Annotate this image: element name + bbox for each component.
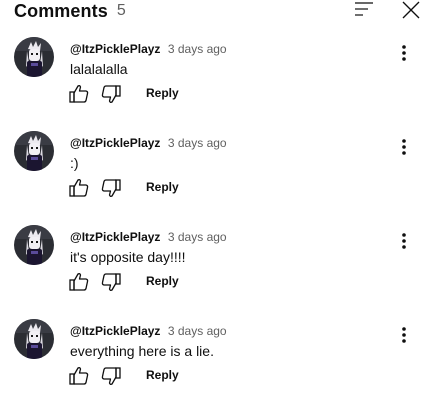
like-button[interactable] [68,365,90,387]
comment-author[interactable]: @ItzPicklePlayz [70,136,160,150]
comment-time[interactable]: 3 days ago [168,42,227,56]
comment-menu-button[interactable] [392,229,416,253]
like-button[interactable] [68,83,90,105]
dislike-button[interactable] [100,83,122,105]
avatar[interactable] [14,225,54,265]
thumbs-down-icon [101,367,121,385]
comment-item: @ItzPicklePlayz 3 days ago everything he… [0,319,446,403]
thumbs-up-icon [69,367,89,385]
comment-text: :) [70,155,79,171]
reply-button[interactable]: Reply [146,86,179,100]
reply-button[interactable]: Reply [146,180,179,194]
sort-button[interactable] [350,0,376,20]
like-button[interactable] [68,271,90,293]
comment-author[interactable]: @ItzPicklePlayz [70,324,160,338]
comment-time[interactable]: 3 days ago [168,324,227,338]
reply-button[interactable]: Reply [146,368,179,382]
more-vertical-icon [402,139,406,155]
comment-author[interactable]: @ItzPicklePlayz [70,230,160,244]
close-icon [402,1,420,19]
comments-title: Comments [14,0,108,21]
close-button[interactable] [399,0,423,22]
author-line: @ItzPicklePlayz 3 days ago [70,228,227,246]
comment-menu-button[interactable] [392,135,416,159]
comments-panel: Comments 5 @ItzPicklePlayz 3 days ago la… [0,0,446,403]
comment-item: @ItzPicklePlayz 3 days ago lalalalalla R… [0,37,446,131]
comments-count: 5 [116,2,126,19]
thumbs-down-icon [101,179,121,197]
more-vertical-icon [402,45,406,61]
avatar[interactable] [14,319,54,359]
dislike-button[interactable] [100,177,122,199]
comments-header: Comments 5 [14,0,126,22]
avatar[interactable] [14,131,54,171]
more-vertical-icon [402,327,406,343]
comment-item: @ItzPicklePlayz 3 days ago it's opposite… [0,225,446,319]
thumbs-down-icon [101,85,121,103]
thumbs-up-icon [69,85,89,103]
avatar[interactable] [14,37,54,77]
comment-menu-button[interactable] [392,323,416,347]
like-button[interactable] [68,177,90,199]
comment-text: everything here is a lie. [70,343,214,359]
comment-text: lalalalalla [70,61,128,77]
author-line: @ItzPicklePlayz 3 days ago [70,134,227,152]
thumbs-up-icon [69,179,89,197]
dislike-button[interactable] [100,271,122,293]
comment-time[interactable]: 3 days ago [168,136,227,150]
more-vertical-icon [402,233,406,249]
sort-icon [355,2,373,16]
comment-author[interactable]: @ItzPicklePlayz [70,42,160,56]
author-line: @ItzPicklePlayz 3 days ago [70,322,227,340]
comment-menu-button[interactable] [392,41,416,65]
author-line: @ItzPicklePlayz 3 days ago [70,40,227,58]
reply-button[interactable]: Reply [146,274,179,288]
thumbs-up-icon [69,273,89,291]
comment-time[interactable]: 3 days ago [168,230,227,244]
thumbs-down-icon [101,273,121,291]
comment-text: it's opposite day!!!! [70,249,186,265]
comment-item: @ItzPicklePlayz 3 days ago :) Reply [0,131,446,225]
dislike-button[interactable] [100,365,122,387]
